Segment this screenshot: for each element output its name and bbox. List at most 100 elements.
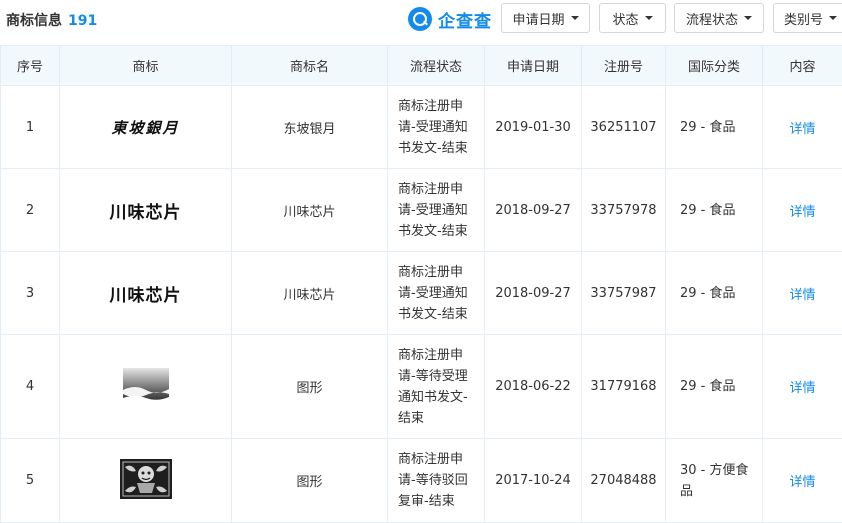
filter-apply-date[interactable]: 申请日期 — [501, 3, 590, 33]
column-header-name: 商标名 — [232, 46, 388, 86]
detail-link[interactable]: 详情 — [789, 205, 815, 220]
flow-line: 结束 — [398, 408, 476, 429]
filter-status[interactable]: 状态 — [599, 3, 666, 33]
flow-line: 商标注册申 — [398, 262, 476, 283]
qichacha-logo-icon — [408, 7, 432, 31]
chevron-down-icon — [829, 16, 837, 20]
trademark-name: 东坡银月 — [232, 86, 388, 169]
filter-flow-status-label: 流程状态 — [686, 9, 738, 28]
column-header-logo: 商标 — [60, 46, 232, 86]
apply-date: 2017-10-24 — [485, 439, 582, 523]
trademark-table: 序号 商标 商标名 流程状态 申请日期 注册号 国际分类 内容 1 東坡銀月 东… — [0, 45, 842, 523]
apply-date: 2018-06-22 — [485, 335, 582, 439]
flow-line: 商标注册申 — [398, 345, 476, 366]
international-class: 29 - 食品 — [666, 86, 763, 169]
flow-line: 商标注册申 — [398, 179, 476, 200]
column-header-content: 内容 — [763, 46, 842, 86]
chevron-down-icon — [645, 16, 653, 20]
column-header-class: 国际分类 — [666, 46, 763, 86]
table-row: 4 图形 商标注册申请-等待受理通知书发文-结束 2018-06-22 3177… — [1, 335, 842, 439]
filter-apply-date-label: 申请日期 — [512, 9, 564, 28]
filter-class-number[interactable]: 类别号 — [773, 3, 842, 33]
column-header-reg-no: 注册号 — [582, 46, 666, 86]
trademark-logo: 東坡銀月 — [60, 86, 232, 169]
registration-number: 27048488 — [582, 439, 666, 523]
detail-cell: 详情 — [763, 335, 842, 439]
trademark-name: 川味芯片 — [232, 252, 388, 335]
registration-number: 36251107 — [582, 86, 666, 169]
apply-date: 2018-09-27 — [485, 169, 582, 252]
graphic-mark-icon — [123, 368, 169, 402]
flow-line: 请-等待驳回 — [398, 470, 476, 491]
flow-status: 商标注册申请-等待受理通知书发文-结束 — [388, 335, 485, 439]
table-row: 5 图形 商标注册申请-等待驳回复审-结束 2017-10 — [1, 439, 842, 523]
registration-number: 33757987 — [582, 252, 666, 335]
apply-date: 2019-01-30 — [485, 86, 582, 169]
class-line: 29 - 食品 — [680, 200, 762, 221]
flow-line: 书发文-结束 — [398, 138, 476, 159]
detail-cell: 详情 — [763, 439, 842, 523]
qichacha-logo-text: 企查查 — [438, 7, 492, 32]
flow-line: 书发文-结束 — [398, 221, 476, 242]
trademark-logo-text: 川味芯片 — [110, 203, 182, 223]
trademark-name: 图形 — [232, 335, 388, 439]
registration-number: 31779168 — [582, 335, 666, 439]
flow-line: 通知书发文- — [398, 387, 476, 408]
trademark-logo — [60, 439, 232, 523]
trademark-count: 191 — [68, 13, 97, 29]
trademark-logo: 川味芯片 — [60, 252, 232, 335]
detail-link[interactable]: 详情 — [789, 288, 815, 303]
flow-line: 请-等待受理 — [398, 366, 476, 387]
section-title: 商标信息 191 — [6, 10, 97, 30]
filter-class-number-label: 类别号 — [784, 9, 823, 28]
flow-line: 请-受理通知 — [398, 283, 476, 304]
trademark-logo-text: 川味芯片 — [110, 286, 182, 306]
class-line: 29 - 食品 — [680, 376, 762, 397]
class-line: 品 — [680, 481, 762, 502]
column-header-date: 申请日期 — [485, 46, 582, 86]
flow-line: 商标注册申 — [398, 449, 476, 470]
chevron-down-icon — [744, 16, 752, 20]
detail-link[interactable]: 详情 — [789, 475, 815, 490]
trademark-name: 图形 — [232, 439, 388, 523]
table-row: 2 川味芯片 川味芯片 商标注册申请-受理通知书发文-结束 2018-09-27… — [1, 169, 842, 252]
class-line: 30 - 方便食 — [680, 460, 762, 481]
flow-status: 商标注册申请-等待驳回复审-结束 — [388, 439, 485, 523]
row-index: 4 — [1, 335, 60, 439]
international-class: 29 - 食品 — [666, 169, 763, 252]
detail-link[interactable]: 详情 — [789, 122, 815, 137]
graphic-mark-icon — [120, 459, 172, 499]
detail-cell: 详情 — [763, 252, 842, 335]
flow-line: 复审-结束 — [398, 491, 476, 512]
table-header: 序号 商标 商标名 流程状态 申请日期 注册号 国际分类 内容 — [1, 46, 842, 86]
flow-line: 书发文-结束 — [398, 304, 476, 325]
filter-flow-status[interactable]: 流程状态 — [674, 3, 764, 33]
table-row: 3 川味芯片 川味芯片 商标注册申请-受理通知书发文-结束 2018-09-27… — [1, 252, 842, 335]
flow-status: 商标注册申请-受理通知书发文-结束 — [388, 252, 485, 335]
row-index: 1 — [1, 86, 60, 169]
flow-line: 请-受理通知 — [398, 200, 476, 221]
class-line: 29 - 食品 — [680, 117, 762, 138]
row-index: 2 — [1, 169, 60, 252]
trademark-logo-text: 東坡銀月 — [111, 119, 179, 137]
column-header-index: 序号 — [1, 46, 60, 86]
international-class: 29 - 食品 — [666, 335, 763, 439]
flow-line: 商标注册申 — [398, 96, 476, 117]
detail-cell: 详情 — [763, 86, 842, 169]
row-index: 5 — [1, 439, 60, 523]
registration-number: 33757978 — [582, 169, 666, 252]
flow-line: 请-受理通知 — [398, 117, 476, 138]
trademark-logo — [60, 335, 232, 439]
section-title-text: 商标信息 — [6, 13, 62, 29]
flow-status: 商标注册申请-受理通知书发文-结束 — [388, 169, 485, 252]
apply-date: 2018-09-27 — [485, 252, 582, 335]
row-index: 3 — [1, 252, 60, 335]
trademark-logo: 川味芯片 — [60, 169, 232, 252]
detail-link[interactable]: 详情 — [789, 381, 815, 396]
chevron-down-icon — [571, 16, 579, 20]
trademark-name: 川味芯片 — [232, 169, 388, 252]
flow-status: 商标注册申请-受理通知书发文-结束 — [388, 86, 485, 169]
filter-status-label: 状态 — [612, 9, 638, 28]
table-row: 1 東坡銀月 东坡银月 商标注册申请-受理通知书发文-结束 2019-01-30… — [1, 86, 842, 169]
international-class: 29 - 食品 — [666, 252, 763, 335]
